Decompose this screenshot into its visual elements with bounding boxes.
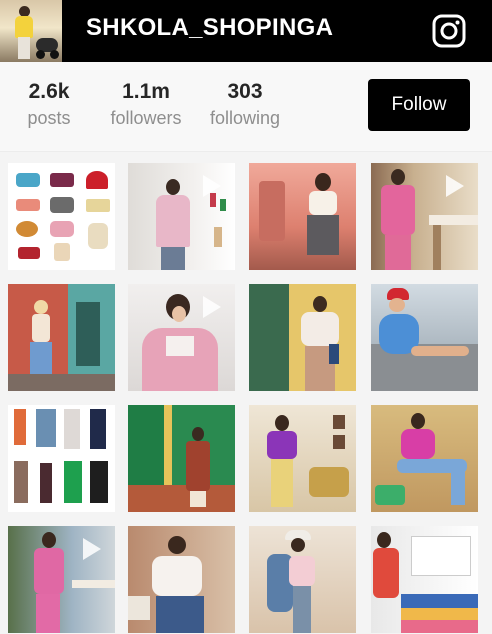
post-thumbnail[interactable]: [371, 284, 478, 391]
post-thumbnail[interactable]: [8, 284, 115, 391]
video-indicator-icon: [203, 175, 221, 197]
stat-following: 303 following: [203, 80, 287, 129]
stat-following-label: following: [209, 108, 281, 128]
post-thumbnail[interactable]: [8, 526, 115, 633]
post-thumbnail[interactable]: [371, 163, 478, 270]
instagram-icon[interactable]: [431, 13, 467, 49]
avatar-figure-body: [15, 16, 33, 38]
stat-posts-label: posts: [27, 108, 71, 128]
post-grid: [0, 152, 492, 634]
profile-username[interactable]: SHKOLA_SHOPINGA: [86, 14, 333, 42]
post-thumbnail[interactable]: [249, 526, 356, 633]
profile-avatar[interactable]: [0, 0, 62, 62]
post-thumbnail[interactable]: [249, 284, 356, 391]
follow-button[interactable]: Follow: [368, 79, 470, 131]
stat-followers-label: followers: [110, 108, 182, 128]
post-thumbnail[interactable]: [8, 163, 115, 270]
post-thumbnail[interactable]: [128, 284, 235, 391]
post-thumbnail[interactable]: [249, 405, 356, 512]
video-indicator-icon: [203, 296, 221, 318]
post-thumbnail[interactable]: [371, 405, 478, 512]
stat-followers-value: 1.1m: [122, 80, 170, 103]
avatar-wheel: [50, 50, 59, 59]
post-thumbnail[interactable]: [371, 526, 478, 633]
post-thumbnail[interactable]: [128, 526, 235, 633]
avatar-figure-legs: [18, 37, 30, 59]
stat-following-value: 303: [227, 80, 263, 103]
stat-posts-value: 2.6k: [28, 80, 70, 103]
post-thumbnail[interactable]: [128, 405, 235, 512]
avatar-wheel: [36, 50, 45, 59]
video-indicator-icon: [83, 538, 101, 560]
post-thumbnail[interactable]: [8, 405, 115, 512]
video-indicator-icon: [446, 175, 464, 197]
stat-followers: 1.1m followers: [104, 80, 188, 129]
post-thumbnail[interactable]: [249, 163, 356, 270]
post-thumbnail[interactable]: [128, 163, 235, 270]
profile-header: SHKOLA_SHOPINGA: [0, 0, 492, 62]
stat-posts: 2.6k posts: [20, 80, 78, 129]
